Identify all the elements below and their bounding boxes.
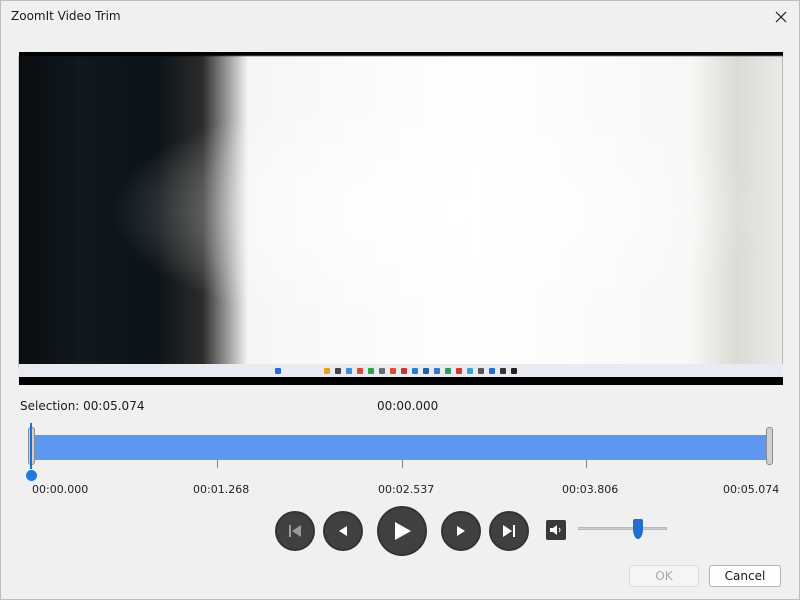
current-position-label: 00:00.000 [377, 399, 439, 413]
volume-button[interactable] [546, 520, 566, 540]
video-taskbar-item [423, 368, 429, 374]
play-button[interactable] [377, 506, 427, 556]
tick-label: 00:00.000 [32, 483, 89, 496]
skip-to-end-button[interactable] [489, 511, 529, 551]
video-preview [19, 52, 783, 385]
trim-timeline[interactable] [35, 435, 767, 460]
selection-duration-label: Selection: 00:05.074 [20, 399, 145, 413]
skip-to-start-icon [289, 525, 301, 537]
video-taskbar-item [335, 368, 341, 374]
volume-icon [550, 525, 561, 535]
tick-label: 00:01.268 [193, 483, 250, 496]
ok-button[interactable]: OK [629, 565, 699, 587]
video-taskbar-item [500, 368, 506, 374]
volume-slider-track[interactable] [578, 527, 667, 530]
video-taskbar-item [401, 368, 407, 374]
video-frame-glow [19, 56, 783, 367]
timeline-tick [217, 460, 218, 468]
video-taskbar-item [456, 368, 462, 374]
playhead[interactable] [30, 423, 32, 469]
video-taskbar-item [368, 368, 374, 374]
video-taskbar-item [467, 368, 473, 374]
volume-slider-thumb[interactable] [633, 519, 643, 539]
video-taskbar-item [489, 368, 495, 374]
video-taskbar-item [379, 368, 385, 374]
video-taskbar-item [346, 368, 352, 374]
playhead-knob[interactable] [26, 470, 37, 481]
skip-to-end-icon [503, 525, 515, 537]
video-letterbox [19, 377, 783, 385]
tick-label: 00:05.074 [723, 483, 780, 496]
step-back-button[interactable] [323, 511, 363, 551]
cancel-button[interactable]: Cancel [709, 565, 781, 587]
video-taskbar-item [390, 368, 396, 374]
timeline-tick [402, 460, 403, 468]
close-button[interactable] [763, 1, 799, 33]
video-taskbar-item [445, 368, 451, 374]
video-taskbar-item [511, 368, 517, 374]
video-taskbar-item [478, 368, 484, 374]
close-icon [775, 11, 787, 23]
step-back-icon [339, 526, 347, 536]
window-title: ZoomIt Video Trim [11, 9, 121, 23]
video-taskbar-item [275, 368, 281, 374]
trim-end-handle[interactable] [766, 427, 773, 465]
video-taskbar-item [357, 368, 363, 374]
step-forward-button[interactable] [441, 511, 481, 551]
skip-to-start-button[interactable] [275, 511, 315, 551]
step-forward-icon [457, 526, 465, 536]
video-taskbar-item [324, 368, 330, 374]
video-trim-dialog: ZoomIt Video Trim Selection: 00:05.074 0… [0, 0, 800, 600]
tick-label: 00:03.806 [562, 483, 619, 496]
video-taskbar-item [412, 368, 418, 374]
tick-label: 00:02.537 [378, 483, 435, 496]
play-icon [395, 522, 411, 540]
title-bar: ZoomIt Video Trim [1, 1, 799, 33]
timeline-tick [586, 460, 587, 468]
video-taskbar-item [434, 368, 440, 374]
